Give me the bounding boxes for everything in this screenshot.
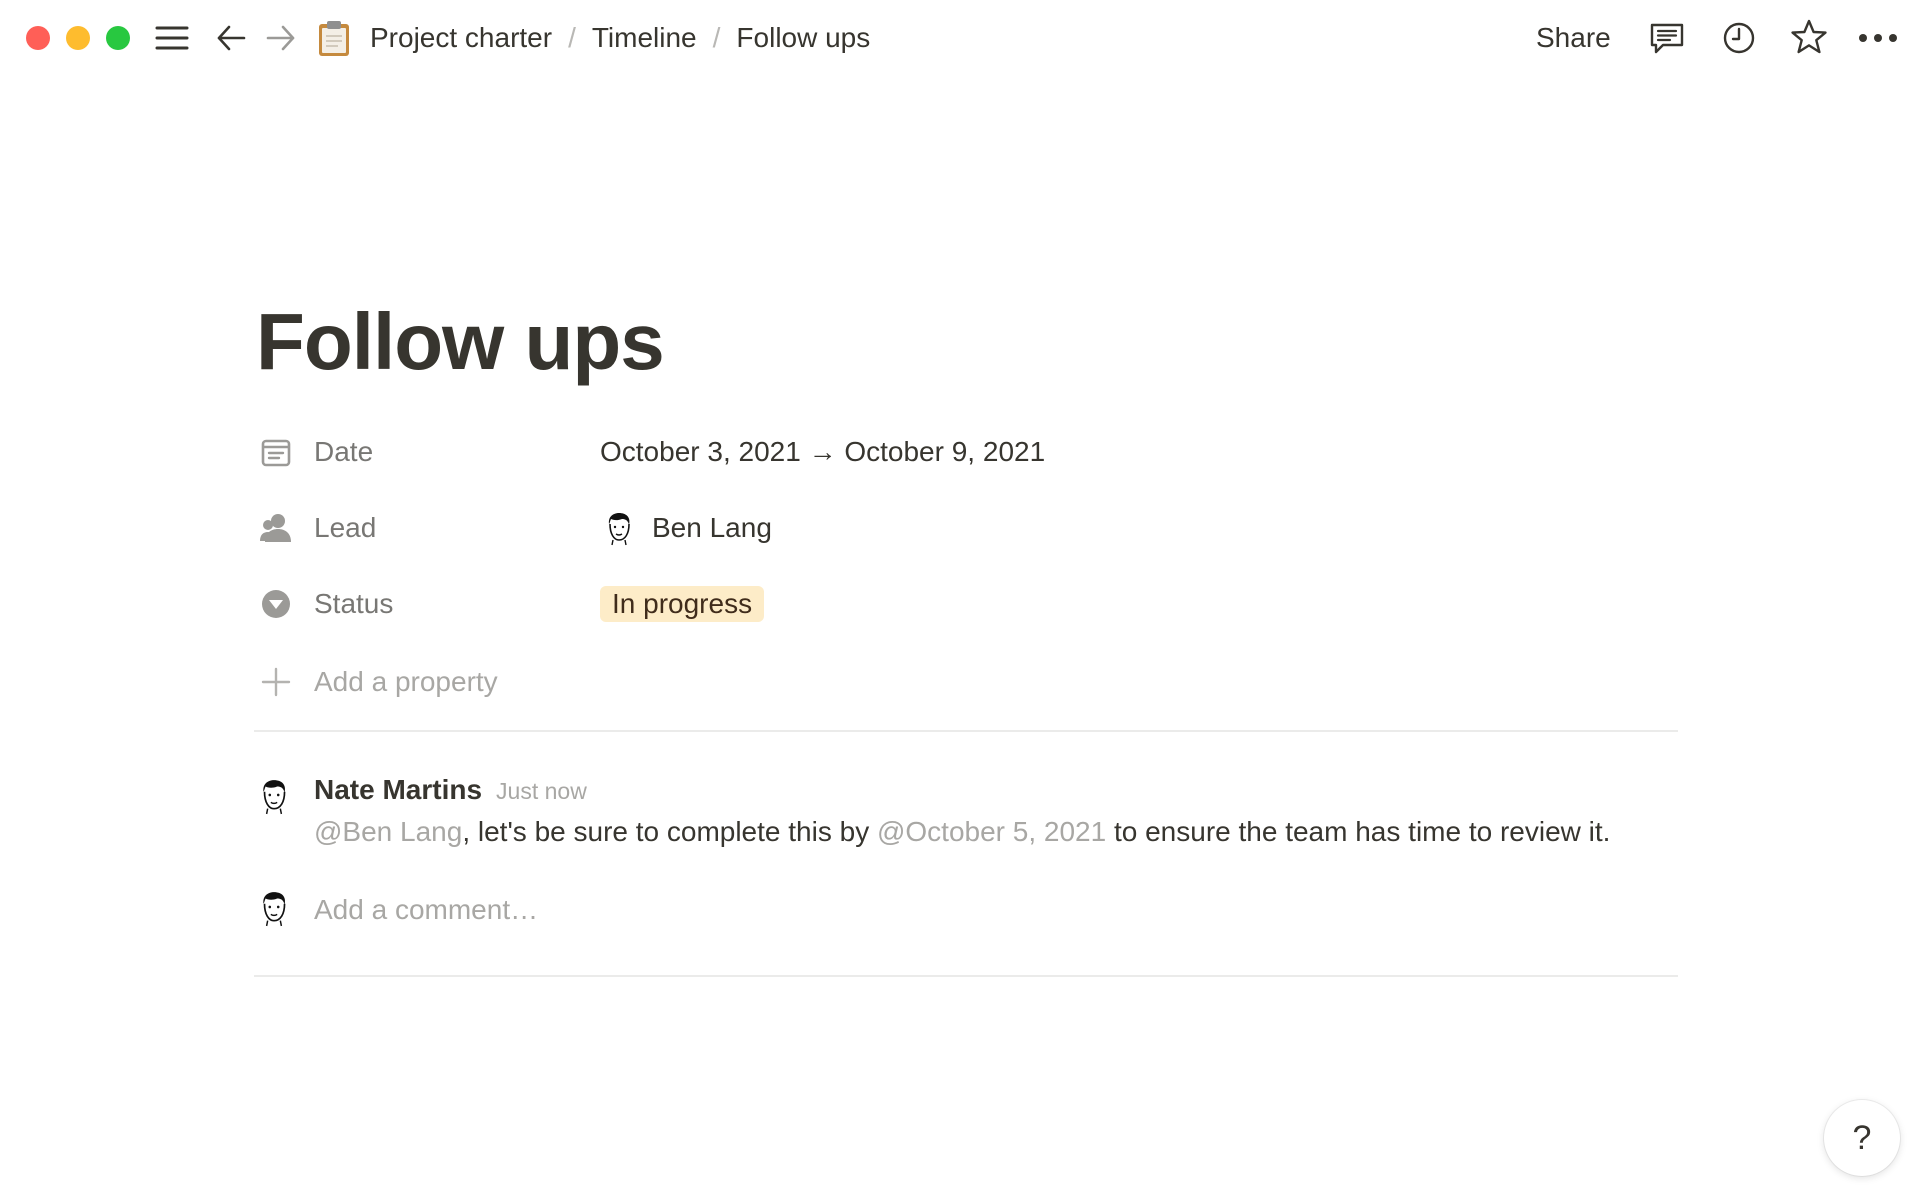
maximize-window-button[interactable] — [106, 26, 130, 50]
star-icon[interactable] — [1788, 16, 1830, 58]
avatar — [600, 509, 638, 547]
clipboard-icon — [316, 19, 352, 57]
page-title[interactable]: Follow ups — [256, 296, 665, 388]
comment-header: Nate Martins Just now — [314, 774, 587, 814]
select-icon — [256, 584, 296, 624]
status-badge: In progress — [600, 586, 765, 622]
minimize-window-button[interactable] — [66, 26, 90, 50]
breadcrumb: Project charter / Timeline / Follow ups — [316, 18, 876, 58]
comment-icon[interactable] — [1646, 18, 1688, 58]
app-window: Project charter / Timeline / Follow ups … — [0, 0, 1920, 1200]
clock-icon[interactable] — [1718, 18, 1760, 58]
avatar — [254, 888, 294, 928]
comment-timestamp: Just now — [496, 778, 587, 804]
divider — [254, 975, 1678, 977]
comment-author: Nate Martins — [314, 774, 483, 805]
calendar-icon — [256, 432, 296, 472]
status-value[interactable]: In progress — [600, 586, 765, 622]
property-name: Date — [314, 436, 374, 467]
ellipsis-icon[interactable] — [1856, 18, 1900, 58]
add-property-label: Add a property — [256, 662, 600, 702]
comment-text: , let's be sure to complete this by — [462, 816, 877, 847]
arrow-left-icon[interactable] — [212, 20, 250, 56]
breadcrumb-separator: / — [568, 22, 576, 53]
topbar: Project charter / Timeline / Follow ups … — [0, 0, 1920, 78]
property-row-date[interactable]: Date October 3, 2021 → October 9, 2021 — [256, 424, 1676, 480]
property-label-lead[interactable]: Lead — [256, 508, 600, 548]
breadcrumb-project-charter[interactable]: Project charter — [364, 22, 558, 54]
lead-value[interactable]: Ben Lang — [600, 509, 772, 547]
date-mention[interactable]: @October 5, 2021 — [877, 816, 1106, 847]
help-button[interactable]: ? — [1824, 1100, 1900, 1176]
property-label-status[interactable]: Status — [256, 584, 600, 624]
hamburger-menu-icon[interactable] — [152, 20, 192, 56]
close-window-button[interactable] — [26, 26, 50, 50]
date-value[interactable]: October 3, 2021 → October 9, 2021 — [600, 436, 1045, 468]
add-property-button[interactable]: Add a property — [256, 654, 1676, 710]
property-name: Status — [314, 588, 394, 619]
breadcrumb-follow-ups[interactable]: Follow ups — [730, 22, 876, 54]
arrow-right-icon[interactable] — [262, 20, 300, 56]
avatar — [254, 776, 294, 816]
person-icon — [256, 508, 296, 548]
property-name: Lead — [314, 512, 377, 543]
comment-text: to ensure the team has time to review it… — [1106, 816, 1611, 847]
comment-body: @Ben Lang, let's be sure to complete thi… — [314, 816, 1610, 848]
comment-input[interactable] — [314, 894, 1214, 926]
add-property-text: Add a property — [314, 666, 498, 697]
property-label-date[interactable]: Date — [256, 432, 600, 472]
plus-icon — [256, 662, 296, 702]
breadcrumb-timeline[interactable]: Timeline — [586, 22, 703, 54]
breadcrumb-separator: / — [712, 22, 721, 53]
share-button[interactable]: Share — [1536, 18, 1611, 58]
divider — [254, 730, 1678, 732]
property-row-status[interactable]: Status In progress — [256, 576, 1676, 632]
lead-name: Ben Lang — [652, 512, 772, 543]
user-mention[interactable]: @Ben Lang — [314, 816, 462, 847]
property-row-lead[interactable]: Lead Ben Lang — [256, 500, 1676, 556]
